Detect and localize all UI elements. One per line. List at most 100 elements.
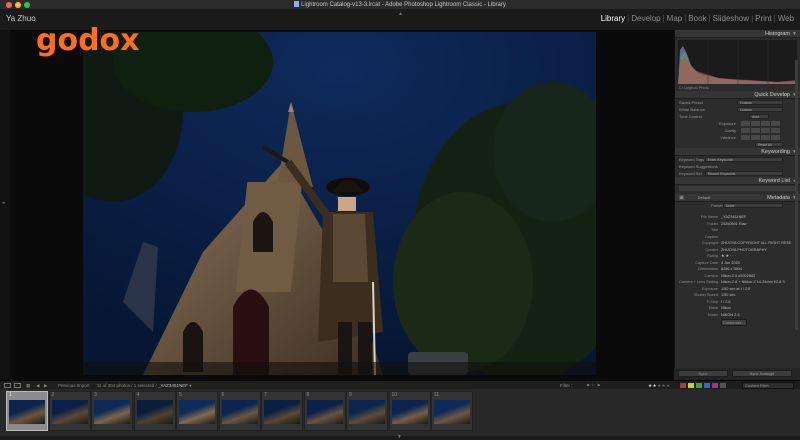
sync-bar: Sync Sync Settings — [674, 368, 800, 380]
histogram-panel-header[interactable]: Histogram ▼ — [675, 30, 800, 38]
collapse-top-panel-arrow-icon[interactable]: ▲ — [398, 11, 403, 17]
filmstrip-thumbnail[interactable]: 1 — [6, 391, 48, 431]
metadata-fields: File Name _YAZ3451NEF Folder 20250501 Raw Ti… — [675, 214, 800, 318]
keyword-set-select[interactable]: Recent Keywords — [705, 171, 783, 176]
thumbnail-index: 7 — [264, 392, 267, 398]
second-window-icon[interactable] — [14, 383, 21, 388]
filmstrip-toolbar: ▦ ◀ ▶ Previous Import 11 of 304 photos /… — [0, 380, 800, 389]
white-balance-select[interactable]: Custom — [737, 107, 783, 112]
right-panel-group: Histogram ▼ ☐ Original Photo Quick Develo… — [674, 30, 800, 380]
module-map[interactable]: Map — [667, 14, 683, 23]
keyword-suggestions-row[interactable]: Keyword Suggestions — [675, 163, 800, 170]
keywording-panel-header[interactable]: Keywording▼ — [675, 148, 800, 156]
keywording-title: Keywording — [761, 149, 790, 155]
filmstrip-thumbnail[interactable]: 2 — [48, 391, 91, 431]
filmstrip-thumbnail[interactable]: 3 — [91, 391, 133, 431]
red-label-filter[interactable] — [680, 383, 686, 388]
exposure-adjust-buttons[interactable] — [741, 121, 781, 126]
vibrance-adjust-buttons[interactable] — [741, 135, 781, 140]
module-library[interactable]: Library — [601, 14, 625, 23]
vibrance-label: Vibrance — [720, 135, 736, 140]
custom-filter-select[interactable]: Custom Filter — [742, 382, 794, 389]
collapse-bottom-arrow-icon[interactable]: ▼ — [397, 434, 402, 440]
blue-label-filter[interactable] — [704, 383, 710, 388]
auto-tone-button[interactable]: Auto — [749, 114, 769, 119]
thumbnail-index: 11 — [434, 392, 440, 398]
window-title: Lightroom Catalog-v13-3.lrcat - Adobe Ph… — [0, 1, 800, 9]
left-panel-collapsed[interactable]: ◂ — [0, 30, 10, 380]
sync-metadata-button[interactable]: Sync — [678, 370, 728, 377]
expand-left-panel-arrow-icon[interactable]: ◂ — [2, 200, 5, 206]
module-web[interactable]: Web — [778, 14, 794, 23]
yellow-label-filter[interactable] — [688, 383, 694, 388]
thumbnail-image — [179, 400, 215, 424]
keyword-set-row: Keyword Set Recent Keywords — [675, 170, 800, 177]
filmstrip-thumbnail[interactable]: 10 — [388, 391, 431, 431]
histogram-chart[interactable] — [678, 40, 798, 84]
histogram-graph — [678, 40, 798, 84]
customize-row: Customize... — [675, 318, 800, 328]
right-panel-scrollbar[interactable] — [795, 60, 798, 330]
filmstrip-thumbnail[interactable]: 6 — [218, 391, 261, 431]
thumbnail-index: 5 — [179, 392, 182, 398]
identity-plate[interactable]: Ya Zhuo — [6, 14, 36, 23]
filmstrip-thumbnail[interactable]: 11 — [431, 391, 473, 431]
keyword-list-panel-header[interactable]: Keyword List◀ — [675, 177, 800, 185]
metadata-toggle-icon[interactable]: ▣ — [679, 195, 684, 201]
thumbnail-image — [306, 400, 343, 424]
filmstrip-thumbnail[interactable]: 8 — [303, 391, 346, 431]
keyword-suggestions-label: Keyword Suggestions — [679, 164, 718, 169]
thumbnail-image — [349, 400, 385, 424]
main-photo[interactable] — [83, 32, 596, 375]
thumbnail-image — [9, 400, 45, 424]
customize-button[interactable]: Customize... — [721, 319, 747, 326]
bottom-panel-collapse-bar[interactable]: ▼ — [0, 434, 800, 440]
godox-logo: Godox — [36, 23, 140, 58]
original-photo-label: Original Photo — [683, 85, 710, 90]
collapse-triangle-icon[interactable]: ▼ — [792, 30, 797, 38]
sync-settings-button[interactable]: Sync Settings — [732, 370, 792, 377]
metadata-default-select[interactable]: Default — [698, 195, 711, 200]
tone-control-row: Tone Control Auto — [675, 113, 800, 120]
thumbnail-index: 1 — [9, 392, 12, 398]
green-label-filter[interactable] — [696, 383, 702, 388]
thumbnail-image — [434, 400, 470, 424]
source-name[interactable]: Previous Import — [58, 383, 90, 388]
module-book[interactable]: Book — [688, 14, 706, 23]
keyword-filter-input[interactable] — [679, 186, 796, 191]
filmstrip-thumbnail[interactable]: 9 — [346, 391, 388, 431]
main-window-icon[interactable] — [4, 383, 11, 388]
white-balance-row: White Balance Custom — [675, 106, 800, 113]
keyword-list-filter-row — [675, 186, 800, 194]
filmstrip: 1 2 3 4 5 6 7 8 9 10 11 — [0, 389, 800, 436]
keyword-list-title: Keyword List — [758, 178, 791, 184]
thumbnail-image — [264, 400, 300, 424]
filmstrip-thumbnail[interactable]: 7 — [261, 391, 303, 431]
saved-preset-select[interactable]: Custom — [737, 100, 783, 105]
metadata-panel-header[interactable]: ▣ Default Metadata ▼ — [675, 194, 800, 202]
purple-label-filter[interactable] — [712, 383, 718, 388]
module-separator: | — [684, 14, 687, 23]
keyword-tags-select[interactable]: Enter Keywords — [705, 157, 783, 162]
thumbnail-index: 2 — [51, 392, 55, 398]
vibrance-row: Vibrance — [675, 134, 800, 141]
clarity-adjust-buttons[interactable] — [741, 128, 781, 133]
module-separator: | — [708, 14, 711, 23]
saved-preset-row: Saved Preset Custom — [675, 99, 800, 106]
thumbnail-index: 4 — [136, 392, 140, 398]
quick-develop-panel-header[interactable]: Quick Develop▼ — [675, 91, 800, 99]
saved-preset-label: Saved Preset — [679, 100, 704, 105]
filmstrip-thumbnail[interactable]: 5 — [176, 391, 218, 431]
reset-all-button[interactable]: Reset All — [755, 142, 783, 147]
metadata-preset-select[interactable]: None — [723, 203, 783, 208]
module-print[interactable]: Print — [755, 14, 771, 23]
no-label-filter[interactable] — [720, 383, 726, 388]
thumbnail-image — [391, 400, 428, 424]
module-develop[interactable]: Develop — [631, 14, 660, 23]
keyword-tags-row: Keyword Tags Enter Keywords — [675, 156, 800, 163]
filmstrip-thumbnail[interactable]: 4 — [133, 391, 176, 431]
module-separator: | — [662, 14, 665, 23]
photo-image — [83, 32, 596, 375]
loupe-view[interactable] — [10, 30, 674, 380]
module-slideshow[interactable]: Slideshow — [713, 14, 749, 23]
